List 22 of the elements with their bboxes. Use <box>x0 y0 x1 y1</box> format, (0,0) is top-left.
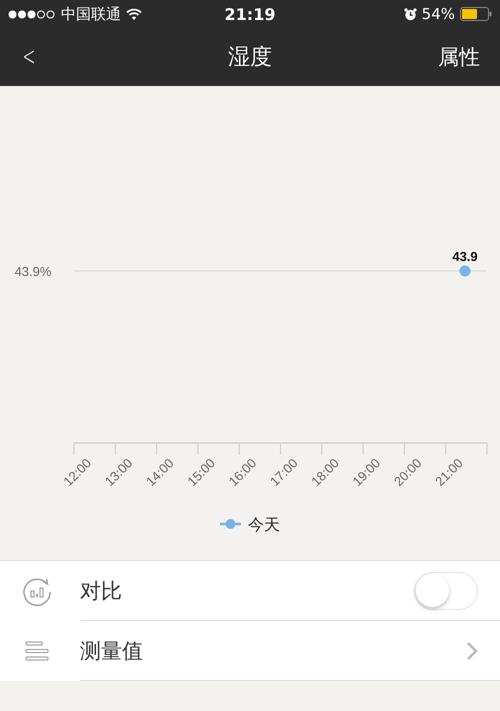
data-point <box>460 266 470 276</box>
back-button[interactable]: < <box>22 42 36 72</box>
signal-icon <box>8 10 56 18</box>
page-title: 湿度 <box>228 44 272 72</box>
chevron-right-icon <box>466 640 478 660</box>
carrier-name: 中国联通 <box>61 4 121 24</box>
option-label: 对比 <box>80 578 122 604</box>
option-row[interactable]: 测量值 <box>0 621 500 681</box>
clock-time: 21:19 <box>224 4 276 24</box>
compare-toggle[interactable] <box>414 572 478 610</box>
legend-label: 今天 <box>248 517 280 534</box>
data-label: 43.9 <box>452 249 478 264</box>
list-icon <box>25 641 49 661</box>
option-label: 测量值 <box>80 638 143 664</box>
properties-button[interactable]: 属性 <box>438 43 480 71</box>
wifi-icon <box>126 8 142 20</box>
battery-percent: 54% <box>422 5 455 23</box>
alarm-icon <box>404 8 417 20</box>
reference-label: 43.9% <box>14 264 52 279</box>
option-row[interactable]: 对比 <box>0 561 500 621</box>
battery-icon <box>460 7 492 21</box>
legend-marker-icon <box>220 519 241 529</box>
